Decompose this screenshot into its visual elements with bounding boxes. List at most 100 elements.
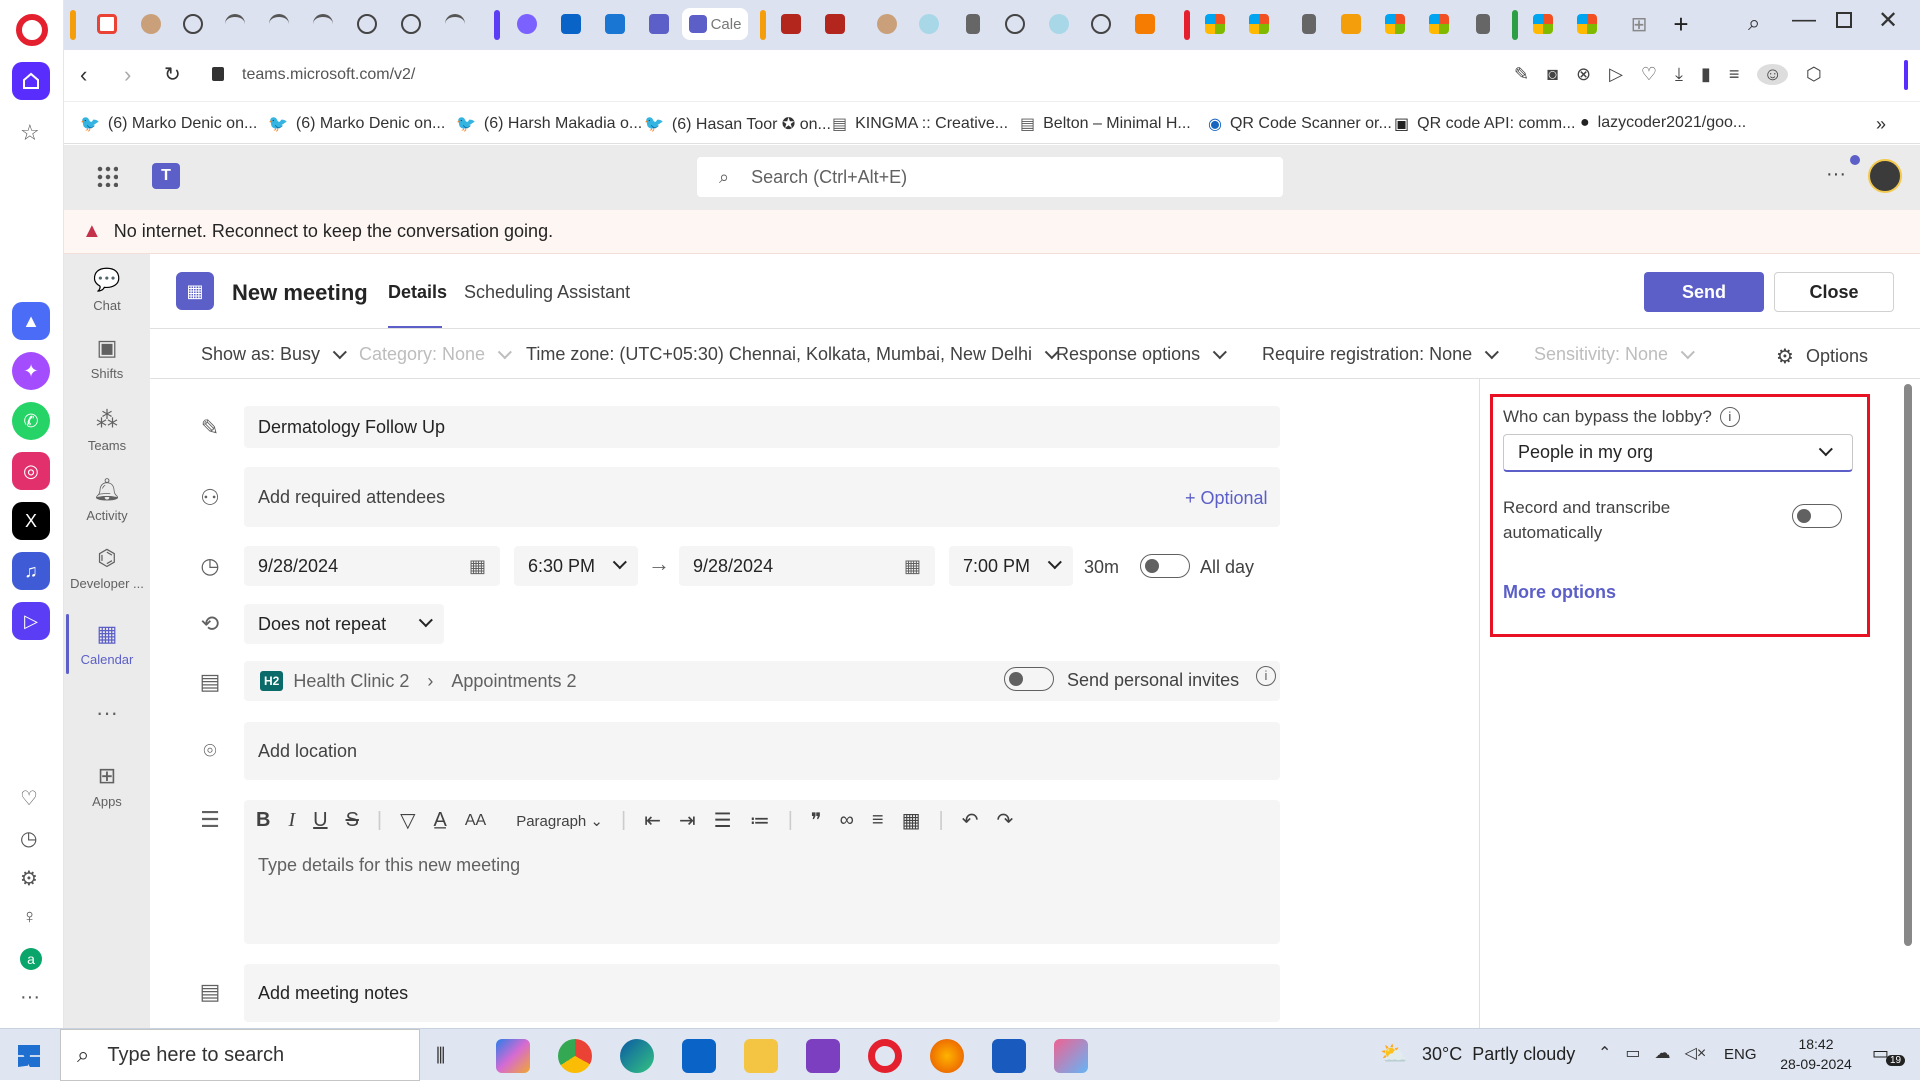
restore-icon[interactable] — [1836, 12, 1852, 28]
lock-icon[interactable] — [212, 67, 224, 81]
font-size-icon[interactable]: AA — [465, 812, 486, 830]
new-tab-icon[interactable]: + — [1666, 8, 1696, 40]
optional-attendees-link[interactable]: + Optional — [1185, 488, 1268, 509]
strikethrough-icon[interactable]: S — [346, 809, 359, 832]
meeting-notes-field[interactable]: Add meeting notes — [244, 964, 1280, 1022]
bookmark-item[interactable]: 🐦 (6) Harsh Makadia o... — [456, 114, 642, 134]
opera-logo-icon[interactable] — [16, 14, 48, 46]
bullet-list-icon[interactable]: ☰ — [714, 808, 732, 833]
copilot-taskbar-icon[interactable] — [496, 1039, 530, 1073]
tab-copilot[interactable] — [512, 8, 542, 40]
tab-ms-2[interactable] — [1244, 8, 1274, 40]
details-textarea[interactable]: Type details for this new meeting — [244, 833, 1280, 913]
options-button[interactable]: ⚙ Options — [1776, 344, 1868, 369]
visual-studio-icon[interactable] — [806, 1039, 840, 1073]
tab-ms-3[interactable] — [1380, 8, 1410, 40]
category-dropdown[interactable]: Category: None — [359, 344, 512, 365]
tab-ms-6[interactable] — [1572, 8, 1602, 40]
nav-chat[interactable]: 💬 Chat — [64, 266, 150, 313]
show-as-dropdown[interactable]: Show as: Busy — [201, 344, 347, 365]
repeat-dropdown[interactable]: Does not repeat — [244, 604, 444, 644]
task-view-icon[interactable]: ⫴ — [436, 1043, 445, 1069]
response-options-dropdown[interactable]: Response options — [1056, 344, 1228, 365]
nav-apps[interactable]: ⊞ Apps — [64, 762, 150, 809]
tab-calendar-active[interactable]: Cale — [682, 8, 748, 40]
network-icon[interactable]: ☁ — [1655, 1043, 1671, 1063]
tab-avatar-2[interactable] — [872, 8, 902, 40]
link-icon[interactable]: ∞ — [840, 809, 854, 832]
bookmark-item[interactable]: ▤ Belton – Minimal H... — [1020, 114, 1191, 134]
close-button[interactable]: Close — [1774, 272, 1894, 312]
more-apps-icon[interactable]: ··· — [64, 700, 150, 726]
undo-icon[interactable]: ↶ — [962, 808, 979, 833]
opera-taskbar-icon[interactable] — [868, 1039, 902, 1073]
indent-icon[interactable]: ⇥ — [679, 808, 696, 833]
tab-ms-4[interactable] — [1424, 8, 1454, 40]
tab-doc-3[interactable] — [1468, 8, 1498, 40]
minimize-icon[interactable]: — — [1792, 6, 1816, 34]
numbered-list-icon[interactable]: ≔ — [750, 808, 770, 833]
tab-chart[interactable] — [1130, 8, 1160, 40]
info-icon[interactable]: i — [1719, 407, 1740, 427]
outdent-icon[interactable]: ⇤ — [644, 808, 661, 833]
tab-gmail[interactable] — [92, 8, 122, 40]
whatsapp-icon[interactable]: ✆ — [12, 402, 50, 440]
x-twitter-icon[interactable]: X — [12, 502, 50, 540]
tab-azure[interactable] — [600, 8, 630, 40]
bookmark-item[interactable]: 🐦 (6) Marko Denic on... — [80, 114, 257, 134]
file-explorer-icon[interactable] — [744, 1039, 778, 1073]
download-icon[interactable]: ⤓ — [1675, 64, 1683, 85]
all-day-toggle[interactable] — [1140, 554, 1190, 578]
tab-openai-3[interactable] — [396, 8, 426, 40]
search-input[interactable]: ⌕ Search (Ctrl+Alt+E) — [697, 157, 1283, 197]
forward-icon[interactable]: › — [124, 62, 131, 88]
word-icon[interactable] — [992, 1039, 1026, 1073]
location-field[interactable]: Add location — [244, 722, 1280, 780]
language-indicator[interactable]: ENG — [1724, 1046, 1757, 1063]
more-options-icon[interactable]: ··· — [1826, 163, 1846, 186]
tab-wifi-2[interactable] — [264, 8, 294, 40]
align-icon[interactable]: ≡ — [872, 809, 884, 832]
italic-icon[interactable]: I — [288, 809, 295, 832]
more-bookmarks-icon[interactable]: » — [1876, 114, 1886, 135]
firefox-icon[interactable] — [930, 1039, 964, 1073]
volume-muted-icon[interactable]: ◁× — [1685, 1043, 1707, 1063]
tab-circle-2[interactable] — [1044, 8, 1074, 40]
teams-logo-icon[interactable]: T — [152, 163, 180, 189]
bold-icon[interactable]: B — [256, 809, 270, 832]
messenger-icon[interactable]: ✦ — [12, 352, 50, 390]
tab-openai-4[interactable] — [1000, 8, 1030, 40]
weather-icon[interactable]: ⛅ — [1380, 1041, 1407, 1067]
tab-avatar[interactable] — [136, 8, 166, 40]
camera-icon[interactable]: ◙ — [1547, 64, 1558, 85]
user-avatar[interactable] — [1868, 159, 1902, 193]
bookmark-item[interactable]: 🐦 (6) Marko Denic on... — [268, 114, 445, 134]
lobby-dropdown[interactable]: People in my org — [1503, 434, 1853, 472]
player-icon[interactable]: ▷ — [12, 602, 50, 640]
home-icon[interactable] — [12, 62, 50, 100]
tab-amazon[interactable] — [1336, 8, 1366, 40]
time-zone-dropdown[interactable]: Time zone: (UTC+05:30) Chennai, Kolkata,… — [526, 344, 1059, 365]
attendees-field[interactable]: Add required attendees — [244, 467, 1280, 527]
app-a-icon[interactable]: a — [20, 948, 42, 970]
record-transcribe-toggle[interactable] — [1792, 504, 1842, 528]
chrome-icon[interactable] — [558, 1039, 592, 1073]
paint-icon[interactable] — [1054, 1039, 1088, 1073]
bookmark-item[interactable]: ● lazycoder2021/goo... — [1580, 114, 1746, 132]
play-icon[interactable]: ▷ — [1609, 64, 1623, 85]
start-date-picker[interactable]: 9/28/2024 ▦ — [244, 546, 500, 586]
bookmark-item[interactable]: 🐦 (6) Hasan Toor ✪ on... — [644, 114, 831, 134]
wallet-icon[interactable]: ▮ — [1701, 64, 1711, 85]
tab-wifi-4[interactable] — [440, 8, 470, 40]
url-text[interactable]: teams.microsoft.com/v2/ — [242, 66, 415, 84]
lightbulb-icon[interactable]: ♀ — [22, 906, 37, 929]
start-time-dropdown[interactable]: 6:30 PM — [514, 546, 638, 586]
tab-openai[interactable] — [178, 8, 208, 40]
battery-icon[interactable]: ▭ — [1625, 1043, 1640, 1063]
clock[interactable]: 18:42 28-09-2024 — [1776, 1034, 1856, 1074]
tab-teams[interactable] — [644, 8, 674, 40]
heart-icon[interactable]: ♡ — [20, 786, 38, 811]
aria-icon[interactable]: ▲ — [12, 302, 50, 340]
subject-field[interactable]: Dermatology Follow Up — [244, 406, 1280, 448]
outlook-taskbar-icon[interactable] — [682, 1039, 716, 1073]
